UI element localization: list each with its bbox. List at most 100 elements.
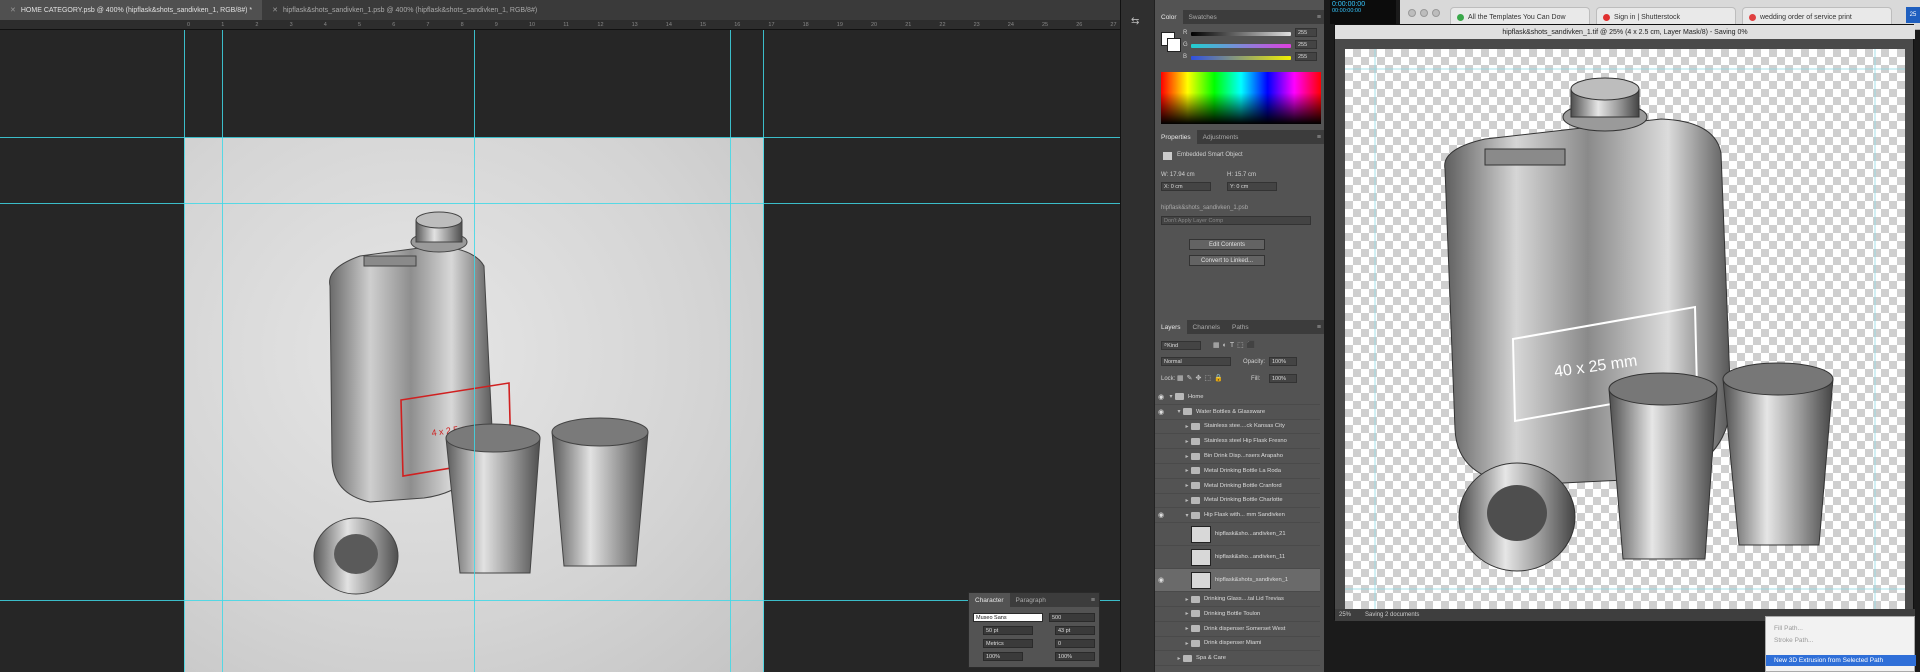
chevron-right-icon[interactable]: ▸ (1183, 438, 1191, 445)
x-position-field[interactable]: X: 0 cm (1161, 182, 1211, 191)
guide-vertical[interactable] (222, 30, 223, 672)
close-icon[interactable]: ✕ (272, 6, 278, 14)
chevron-right-icon[interactable]: ▸ (1175, 655, 1183, 662)
image-canvas[interactable]: 40 x 25 mm (1345, 49, 1905, 609)
zoom-level[interactable]: 25% (1339, 612, 1351, 618)
tab-paragraph[interactable]: Paragraph (1010, 593, 1052, 607)
font-size-field[interactable]: 50 pt (983, 626, 1033, 635)
panel-menu-icon[interactable]: ≡ (1317, 324, 1321, 331)
tab-layers[interactable]: Layers (1155, 320, 1187, 334)
layer-row[interactable]: ◉ ▾ Water Bottles & Glassware (1155, 405, 1320, 420)
panel-menu-icon[interactable]: ≡ (1317, 14, 1321, 21)
guide-vertical[interactable] (184, 30, 185, 672)
tab-properties[interactable]: Properties (1155, 130, 1197, 144)
app-badge[interactable]: 25 (1906, 7, 1920, 23)
guide-horizontal[interactable] (0, 600, 1120, 601)
layer-row[interactable]: ▸ Stainless steel Hip Flask Fresno (1155, 434, 1320, 450)
guide-vertical[interactable] (730, 30, 731, 672)
guide-vertical[interactable] (763, 30, 764, 672)
vertical-scale-field[interactable]: 100% (983, 652, 1023, 661)
chevron-right-icon[interactable]: ▸ (1183, 467, 1191, 474)
layer-row[interactable]: ▸ Drinking Bottle Toulon (1155, 607, 1320, 622)
red-slider[interactable] (1191, 32, 1291, 36)
menu-item-new-3d-extrusion[interactable]: New 3D Extrusion from Selected Path (1766, 655, 1916, 666)
minimize-window-icon[interactable] (1420, 9, 1428, 17)
menu-item-fill-path[interactable]: Fill Path... (1774, 625, 1803, 632)
layer-row[interactable]: ▸ Drinking Glass....tal Lid Trevias (1155, 592, 1320, 607)
red-value[interactable]: 255 (1295, 28, 1317, 37)
tab-hipflask-psb[interactable]: ✕ hipflask&shots_sandivken_1.psb @ 400% … (262, 0, 547, 20)
kerning-field[interactable]: Metrics (983, 639, 1033, 648)
layer-row[interactable]: ▸ Stainless stee....ck Kansas City (1155, 420, 1320, 435)
tab-paths[interactable]: Paths (1226, 320, 1255, 334)
layer-row[interactable]: ▸ Metal Drinking Bottle Cranford (1155, 479, 1320, 494)
leading-field[interactable]: 43 pt (1055, 626, 1095, 635)
layer-row[interactable]: ◉ hipflask&shots_sandivken_1 (1155, 569, 1320, 593)
layer-row[interactable]: ◉ ▾ Hip Flask with... mm Sandivken (1155, 508, 1320, 524)
close-icon[interactable]: ✕ (10, 6, 16, 14)
fill-field[interactable]: 100% (1269, 374, 1297, 383)
horizontal-ruler[interactable]: 0 1 2 3 4 5 6 7 8 9 10 11 12 13 14 15 16 17 18 19 20 21 22 23 24… (0, 20, 1120, 30)
blue-slider[interactable] (1191, 56, 1291, 60)
layer-row[interactable]: hipflask&sho...andivken_21 (1155, 523, 1320, 547)
filter-type-icons[interactable]: ▦◐T⬚⬛ (1213, 341, 1258, 349)
chevron-right-icon[interactable]: ▸ (1183, 610, 1191, 617)
visibility-eye-icon[interactable]: ◉ (1155, 576, 1167, 584)
font-family-select[interactable]: Museo Sans (973, 613, 1043, 622)
convert-to-linked-button[interactable]: Convert to Linked... (1189, 255, 1265, 266)
green-value[interactable]: 255 (1295, 40, 1317, 49)
panel-menu-icon[interactable]: ≡ (1091, 597, 1095, 604)
font-style-select[interactable]: 500 (1049, 613, 1095, 622)
chevron-right-icon[interactable]: ▸ (1183, 423, 1191, 430)
visibility-eye-icon[interactable]: ◉ (1155, 511, 1167, 519)
layer-row[interactable]: ▸ Bin Drink Disp...nsers Arapaho (1155, 449, 1320, 464)
tab-color[interactable]: Color (1155, 10, 1183, 24)
layer-row[interactable]: hipflask&sho...andivken_11 (1155, 546, 1320, 570)
tab-home-category[interactable]: ✕ HOME CATEGORY.psb @ 400% (hipflask&sho… (0, 0, 263, 20)
arrange-icon[interactable]: ⇆ (1131, 16, 1139, 27)
layer-row[interactable]: ▸ Drink dispenser Miami (1155, 637, 1320, 652)
color-spectrum[interactable] (1161, 72, 1321, 124)
edit-contents-button[interactable]: Edit Contents (1189, 239, 1265, 250)
layer-row[interactable]: ▸ Drink dispenser Somerset West (1155, 622, 1320, 637)
green-slider[interactable] (1191, 44, 1291, 48)
visibility-eye-icon[interactable]: ◉ (1155, 393, 1167, 401)
width-value[interactable]: W: 17.94 cm (1161, 172, 1195, 178)
layer-row[interactable]: ▸ Spa & Care (1155, 651, 1320, 667)
horizontal-scale-field[interactable]: 100% (1055, 652, 1095, 661)
menu-item-stroke-path[interactable]: Stroke Path... (1774, 637, 1813, 644)
chevron-right-icon[interactable]: ▸ (1183, 596, 1191, 603)
y-position-field[interactable]: Y: 0 cm (1227, 182, 1277, 191)
image-window-title[interactable]: hipflask&shots_sandivken_1.tif @ 25% (4 … (1335, 25, 1915, 39)
chevron-down-icon[interactable]: ▾ (1183, 512, 1191, 519)
layer-comp-select[interactable]: Don't Apply Layer Comp (1161, 216, 1311, 225)
background-swatch[interactable] (1167, 38, 1181, 52)
layer-row[interactable]: ◉ ▾ Home (1155, 390, 1320, 405)
blend-mode-select[interactable]: Normal (1161, 357, 1231, 366)
lock-icons[interactable]: ▦✎✥⬚🔒 (1177, 374, 1226, 382)
layer-row[interactable]: ▸ Metal Drinking Bottle La Roda (1155, 464, 1320, 479)
tab-adjustments[interactable]: Adjustments (1197, 130, 1245, 144)
opacity-field[interactable]: 100% (1269, 357, 1297, 366)
chevron-right-icon[interactable]: ▸ (1183, 625, 1191, 632)
close-window-icon[interactable] (1408, 9, 1416, 17)
panel-menu-icon[interactable]: ≡ (1317, 134, 1321, 141)
layer-filter-select[interactable]: ⌕ Kind (1161, 341, 1201, 350)
chevron-right-icon[interactable]: ▸ (1183, 482, 1191, 489)
chevron-right-icon[interactable]: ▸ (1183, 640, 1191, 647)
tab-swatches[interactable]: Swatches (1183, 10, 1223, 24)
chevron-down-icon[interactable]: ▾ (1175, 408, 1183, 415)
guide-vertical[interactable] (474, 30, 475, 672)
chevron-right-icon[interactable]: ▸ (1183, 497, 1191, 504)
layer-row[interactable]: ▸ Metal Drinking Bottle Charlotte (1155, 494, 1320, 509)
tab-character[interactable]: Character (969, 593, 1010, 607)
tab-channels[interactable]: Channels (1187, 320, 1226, 334)
chevron-right-icon[interactable]: ▸ (1183, 453, 1191, 460)
document-canvas[interactable]: 4 x 2.5 cm Character Paragraph ≡ Museo S… (0, 30, 1120, 672)
guide-horizontal[interactable] (0, 137, 1120, 138)
visibility-eye-icon[interactable]: ◉ (1155, 408, 1167, 416)
zoom-window-icon[interactable] (1432, 9, 1440, 17)
height-value[interactable]: H: 15.7 cm (1227, 172, 1256, 178)
guide-horizontal[interactable] (0, 203, 1120, 204)
chevron-down-icon[interactable]: ▾ (1167, 393, 1175, 400)
